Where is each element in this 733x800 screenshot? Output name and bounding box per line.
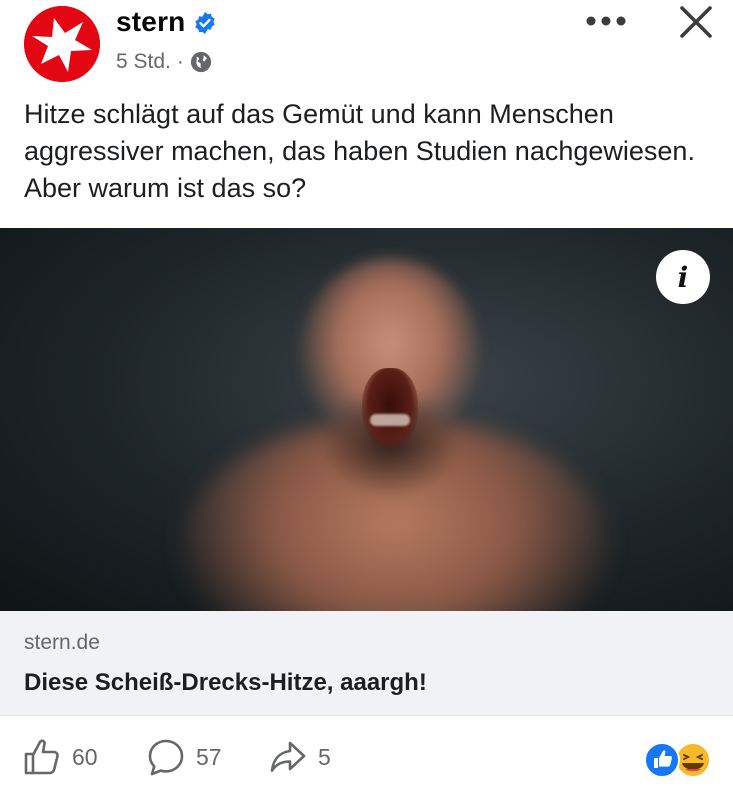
verified-badge-icon bbox=[195, 12, 215, 34]
image-teeth bbox=[370, 414, 410, 426]
info-icon[interactable]: i bbox=[656, 250, 710, 304]
post-header: stern 5 Std. · bbox=[0, 0, 733, 90]
like-icon bbox=[24, 739, 59, 775]
haha-reaction-icon bbox=[675, 742, 711, 778]
comment-count: 57 bbox=[196, 743, 222, 770]
action-bar: 60 57 5 bbox=[0, 722, 733, 798]
meta-separator: · bbox=[176, 50, 184, 73]
comment-icon bbox=[148, 739, 184, 776]
more-icon[interactable] bbox=[584, 14, 628, 28]
image-mouth bbox=[362, 368, 418, 448]
comment-button[interactable]: 57 bbox=[146, 737, 222, 777]
post-image[interactable] bbox=[0, 228, 733, 611]
share-icon bbox=[270, 741, 306, 772]
like-button[interactable]: 60 bbox=[22, 737, 98, 777]
link-domain: stern.de bbox=[24, 631, 100, 654]
link-preview[interactable]: stern.de Diese Scheiß-Drecks-Hitze, aaar… bbox=[0, 611, 733, 716]
link-title: Diese Scheiß-Drecks-Hitze, aaargh! bbox=[24, 669, 427, 696]
close-icon[interactable] bbox=[676, 2, 716, 42]
globe-icon[interactable] bbox=[190, 51, 212, 73]
reactions-summary[interactable] bbox=[643, 740, 713, 780]
like-count: 60 bbox=[72, 743, 98, 770]
like-reaction-icon bbox=[644, 742, 680, 778]
post-text: Hitze schlägt auf das Gemüt und kann Men… bbox=[24, 99, 695, 203]
page-name[interactable]: stern bbox=[116, 6, 185, 38]
post-meta: 5 Std. · bbox=[116, 48, 212, 76]
post-time[interactable]: 5 Std. bbox=[116, 48, 171, 76]
stern-logo-icon[interactable] bbox=[24, 6, 100, 82]
share-button[interactable]: 5 bbox=[268, 737, 331, 777]
share-count: 5 bbox=[318, 743, 331, 770]
